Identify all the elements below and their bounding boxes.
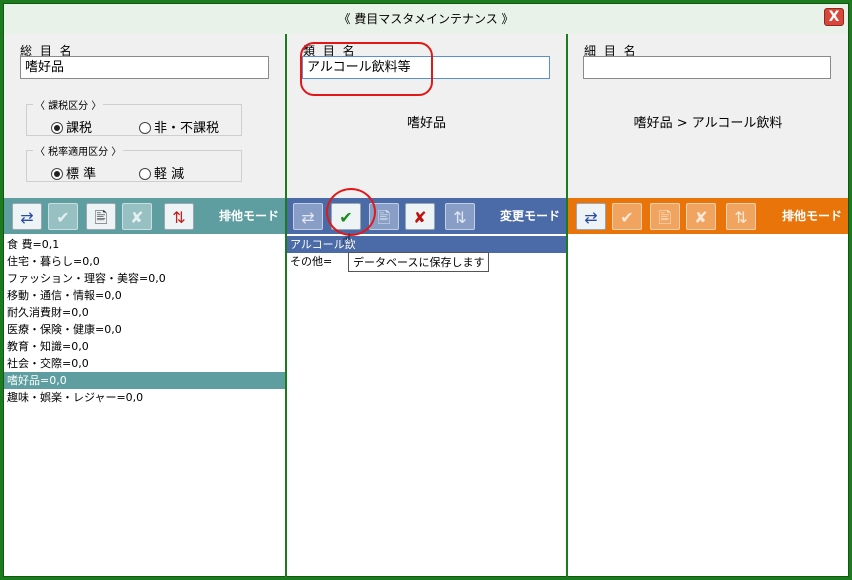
tax-rate-group: 〈 税率適用区分 〉 標 準 軽 減 (26, 143, 242, 182)
detail-list[interactable] (568, 236, 848, 576)
right-mode-label: 排他モード (781, 209, 842, 223)
left-toolbar: ⇄ ✔ 🖹 ✘ ⇅ 排他モード (4, 198, 285, 234)
cancel-button[interactable]: ✘ (122, 203, 152, 230)
list-item[interactable]: 医療・保険・健康=0,0 (4, 321, 285, 338)
list-item[interactable]: 耐久消費財=0,0 (4, 304, 285, 321)
main-window: 《 費目マスタメインテナンス 》 X 総 目 名 嗜好品 〈 課税区分 〉 課税… (3, 3, 849, 578)
class-list[interactable]: アルコール飲 その他= (287, 236, 566, 576)
save-button[interactable]: ✔ (48, 203, 78, 230)
list-item[interactable]: 住宅・暮らし=0,0 (4, 253, 285, 270)
right-breadcrumb: 嗜好品 > アルコール飲料 (633, 116, 783, 131)
hand-cursor-icon: ☝ (342, 230, 352, 249)
panel-divider (566, 34, 568, 578)
tax-class-group: 〈 課税区分 〉 課税 非・不課税 (26, 97, 242, 136)
detail-input[interactable] (583, 56, 831, 79)
left-panel: 総 目 名 嗜好品 〈 課税区分 〉 課税 非・不課税 〈 税率適用区分 〉 標… (4, 34, 285, 198)
highlight-annotation (300, 42, 433, 96)
category-list[interactable]: 食 費=0,1 住宅・暮らし=0,0 ファッション・理容・美容=0,0 移動・通… (4, 236, 285, 576)
panel-divider (285, 34, 287, 578)
tax-radio-nontaxable[interactable]: 非・不課税 (139, 117, 219, 136)
save-button[interactable]: ✔ (612, 203, 642, 230)
add-button[interactable]: ⇄ (293, 203, 323, 230)
middle-breadcrumb: 嗜好品 (406, 116, 446, 131)
category-input[interactable]: 嗜好品 (20, 56, 269, 79)
cancel-button[interactable]: ✘ (405, 203, 435, 230)
title-bar: 《 費目マスタメインテナンス 》 X (4, 4, 848, 34)
list-item[interactable]: ファッション・理容・美容=0,0 (4, 270, 285, 287)
radio-unchecked-icon (139, 168, 151, 180)
cancel-button[interactable]: ✘ (686, 203, 716, 230)
tax-rate-title: 〈 税率適用区分 〉 (33, 143, 124, 158)
window-title: 《 費目マスタメインテナンス 》 (338, 12, 514, 26)
radio-unchecked-icon (139, 122, 151, 134)
list-item[interactable]: 移動・通信・情報=0,0 (4, 287, 285, 304)
sort-button[interactable]: ⇅ (726, 203, 756, 230)
tax-radio-taxable[interactable]: 課税 (51, 117, 92, 136)
save-tooltip: データベースに保存します (348, 252, 490, 272)
add-button[interactable]: ⇄ (576, 203, 606, 230)
close-button[interactable]: X (824, 8, 844, 26)
radio-checked-icon (51, 168, 63, 180)
right-toolbar: ⇄ ✔ 🖹 ✘ ⇅ 排他モード (568, 198, 848, 234)
edit-button[interactable]: 🖹 (650, 203, 680, 230)
rate-radio-reduced[interactable]: 軽 減 (139, 163, 184, 182)
edit-button[interactable]: 🖹 (86, 203, 116, 230)
highlight-annotation (326, 188, 376, 236)
list-item[interactable]: 食 費=0,1 (4, 236, 285, 253)
right-panel: 細 目 名 嗜好品 > アルコール飲料 (568, 34, 848, 198)
sort-button[interactable]: ⇅ (445, 203, 475, 230)
rate-radio-standard[interactable]: 標 準 (51, 163, 96, 182)
list-item-selected[interactable]: 嗜好品=0,0 (4, 372, 285, 389)
sort-button[interactable]: ⇅ (164, 203, 194, 230)
list-item[interactable]: 社会・交際=0,0 (4, 355, 285, 372)
add-button[interactable]: ⇄ (12, 203, 42, 230)
middle-mode-label: 変更モード (499, 209, 560, 223)
tax-class-title: 〈 課税区分 〉 (33, 97, 104, 112)
list-item-selected[interactable]: アルコール飲 (287, 236, 566, 253)
list-item[interactable]: 教育・知識=0,0 (4, 338, 285, 355)
radio-checked-icon (51, 122, 63, 134)
list-item[interactable]: 趣味・娯楽・レジャー=0,0 (4, 389, 285, 406)
left-mode-label: 排他モード (218, 209, 279, 223)
